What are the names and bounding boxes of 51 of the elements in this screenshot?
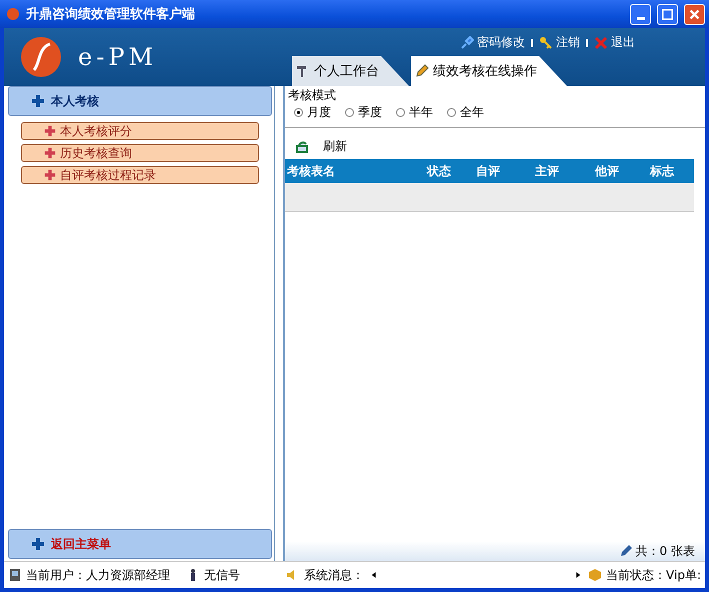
header-link[interactable]: 注销 [539,34,580,51]
left-arrow-icon[interactable] [370,571,378,579]
table-count: 共：0 张表 [636,542,695,560]
key-icon [539,36,553,50]
column-header: 状态 [426,162,452,180]
group-label: 考核模式 [288,87,337,104]
pin-icon [460,36,474,50]
column-header: 主评 [534,162,560,180]
pencil-icon [415,64,429,78]
sidebar-item[interactable]: 本人考核评分 [21,122,259,140]
radio-option[interactable]: 季度 [345,104,382,121]
column-header: 他评 [594,162,620,180]
system-message: 系统消息： [304,566,364,584]
column-header: 自评 [475,162,501,180]
tab[interactable]: 个人工作台 [292,56,409,86]
window-title: 升鼎咨询绩效管理软件客户端 [26,6,196,23]
maximize-icon [662,8,673,20]
pencil-icon [618,544,633,558]
maximize-button[interactable] [657,4,678,24]
minimize-button[interactable] [630,4,651,24]
header-link[interactable]: 密码修改 [460,34,525,51]
sidebar-group[interactable]: 本人考核 [8,86,272,116]
logo-text: e-PM [78,43,158,71]
sidebar-item[interactable]: 自评考核过程记录 [21,166,259,184]
minimize-icon [636,16,644,20]
plus-icon [44,125,56,137]
current-user: 当前用户：人力资源部经理 [26,566,170,584]
computer-icon [8,568,22,582]
header-link[interactable]: 退出 [594,34,635,51]
plus-icon [44,147,56,159]
refresh-icon [295,140,309,154]
close-button[interactable] [684,4,705,24]
logo-icon [18,34,64,80]
sidebar-item[interactable]: 历史考核查询 [21,144,259,162]
column-header: 标志 [648,162,676,180]
radio-option[interactable]: 半年 [396,104,433,121]
plus-icon [31,537,45,551]
back-menu-button[interactable]: 返回主菜单 [8,529,272,559]
column-header: 考核表名 [286,162,336,180]
refresh-button[interactable]: 刷新 [295,138,705,155]
radio-option[interactable]: 全年 [447,104,484,121]
close-icon [594,36,608,50]
app-icon [6,7,20,21]
signal-status: 无信号 [204,566,240,584]
tab[interactable]: 绩效考核在线操作 [411,56,567,86]
close-icon [689,8,700,20]
right-arrow-icon[interactable] [574,571,582,579]
plus-icon [44,169,56,181]
current-state: 当前状态：Vip单: [606,566,701,584]
radio-option[interactable]: 月度 [294,104,331,121]
plus-icon [31,94,45,108]
